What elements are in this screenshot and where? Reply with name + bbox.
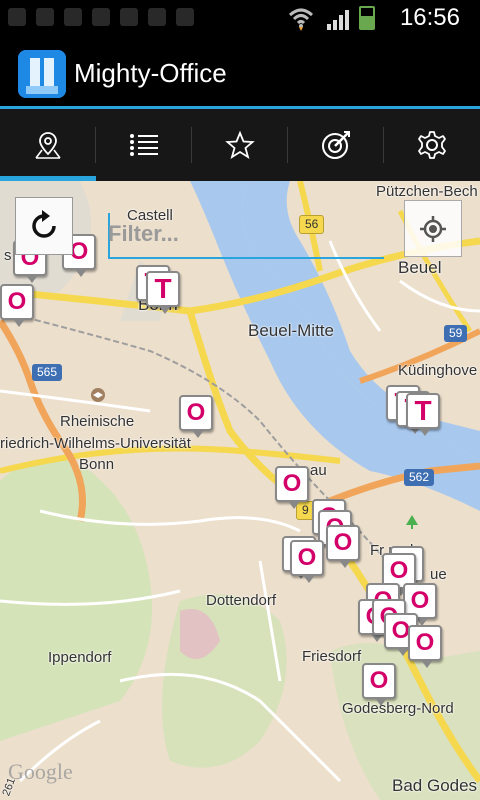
office-marker[interactable]: O	[326, 525, 360, 568]
mute-icon	[176, 8, 194, 26]
tab-bar	[0, 109, 480, 181]
clock: 16:56	[399, 4, 460, 31]
road-shield: 565	[32, 364, 63, 381]
refresh-button[interactable]	[15, 197, 73, 255]
place-label: ue	[430, 566, 447, 583]
filter-underline	[108, 257, 384, 259]
place-label: riedrich-Wilhelms-Universität	[0, 435, 191, 452]
telekom-marker[interactable]: T	[406, 393, 440, 436]
office-marker[interactable]: O	[0, 284, 34, 327]
app-title: Mighty-Office	[74, 58, 227, 88]
mail-icon	[64, 8, 82, 26]
sd-card-icon	[92, 8, 110, 26]
tab-edit[interactable]	[288, 109, 384, 181]
tab-list[interactable]	[96, 109, 192, 181]
place-label: au	[310, 462, 327, 479]
place-label: Ippendorf	[48, 649, 112, 666]
star-icon	[225, 130, 255, 159]
office-marker[interactable]: O	[179, 395, 213, 438]
office-marker[interactable]: O	[362, 663, 396, 706]
notification-icons	[8, 8, 194, 26]
map-view[interactable]: Castell Pützchen-Bech Beuel Bonn Beuel-M…	[0, 181, 480, 800]
office-marker[interactable]: O	[408, 625, 442, 668]
action-bar: Mighty-Office	[0, 38, 480, 108]
signal-icon	[327, 10, 349, 30]
edit-target-icon	[322, 131, 350, 159]
tab-favorites[interactable]	[192, 109, 288, 181]
tab-map[interactable]	[0, 109, 96, 181]
place-label: Bonn	[79, 456, 115, 473]
battery-icon	[359, 6, 375, 30]
gear-icon	[418, 131, 446, 159]
office-marker[interactable]: O	[290, 540, 324, 583]
gps-icon	[36, 8, 54, 26]
wifi-icon	[288, 8, 314, 31]
app-logo-icon[interactable]	[18, 50, 66, 98]
place-label: Küdinghove	[398, 362, 478, 379]
park-icon	[406, 515, 418, 529]
image-icon	[148, 8, 166, 26]
office-marker[interactable]: O	[275, 466, 309, 509]
road-shield: 562	[404, 469, 435, 486]
place-label: Friesdorf	[302, 648, 362, 665]
university-icon	[91, 388, 105, 402]
place-label: Rheinische	[60, 413, 135, 430]
telekom-marker[interactable]: T	[146, 271, 180, 314]
place-label: Bad Godes	[392, 776, 478, 795]
place-label: Beuel-Mitte	[248, 321, 334, 340]
my-location-button[interactable]	[404, 200, 462, 257]
road-shield: 59	[444, 325, 468, 342]
place-label: Pützchen-Bech	[376, 183, 478, 200]
my-location-icon	[420, 215, 446, 242]
android-icon	[120, 8, 138, 26]
filter-input[interactable]	[108, 217, 380, 251]
tab-settings[interactable]	[384, 109, 480, 181]
place-label: Dottendorf	[206, 592, 277, 609]
place-label: s	[4, 247, 12, 264]
google-logo: Google	[8, 759, 73, 784]
map-pin-icon	[35, 132, 61, 159]
filter-field[interactable]	[108, 213, 384, 259]
place-label: Godesberg-Nord	[342, 700, 454, 717]
place-label: Beuel	[398, 258, 442, 277]
notification-icon	[8, 8, 26, 26]
refresh-icon	[32, 210, 56, 238]
status-bar: 16:56	[0, 0, 480, 38]
list-icon	[130, 134, 158, 156]
